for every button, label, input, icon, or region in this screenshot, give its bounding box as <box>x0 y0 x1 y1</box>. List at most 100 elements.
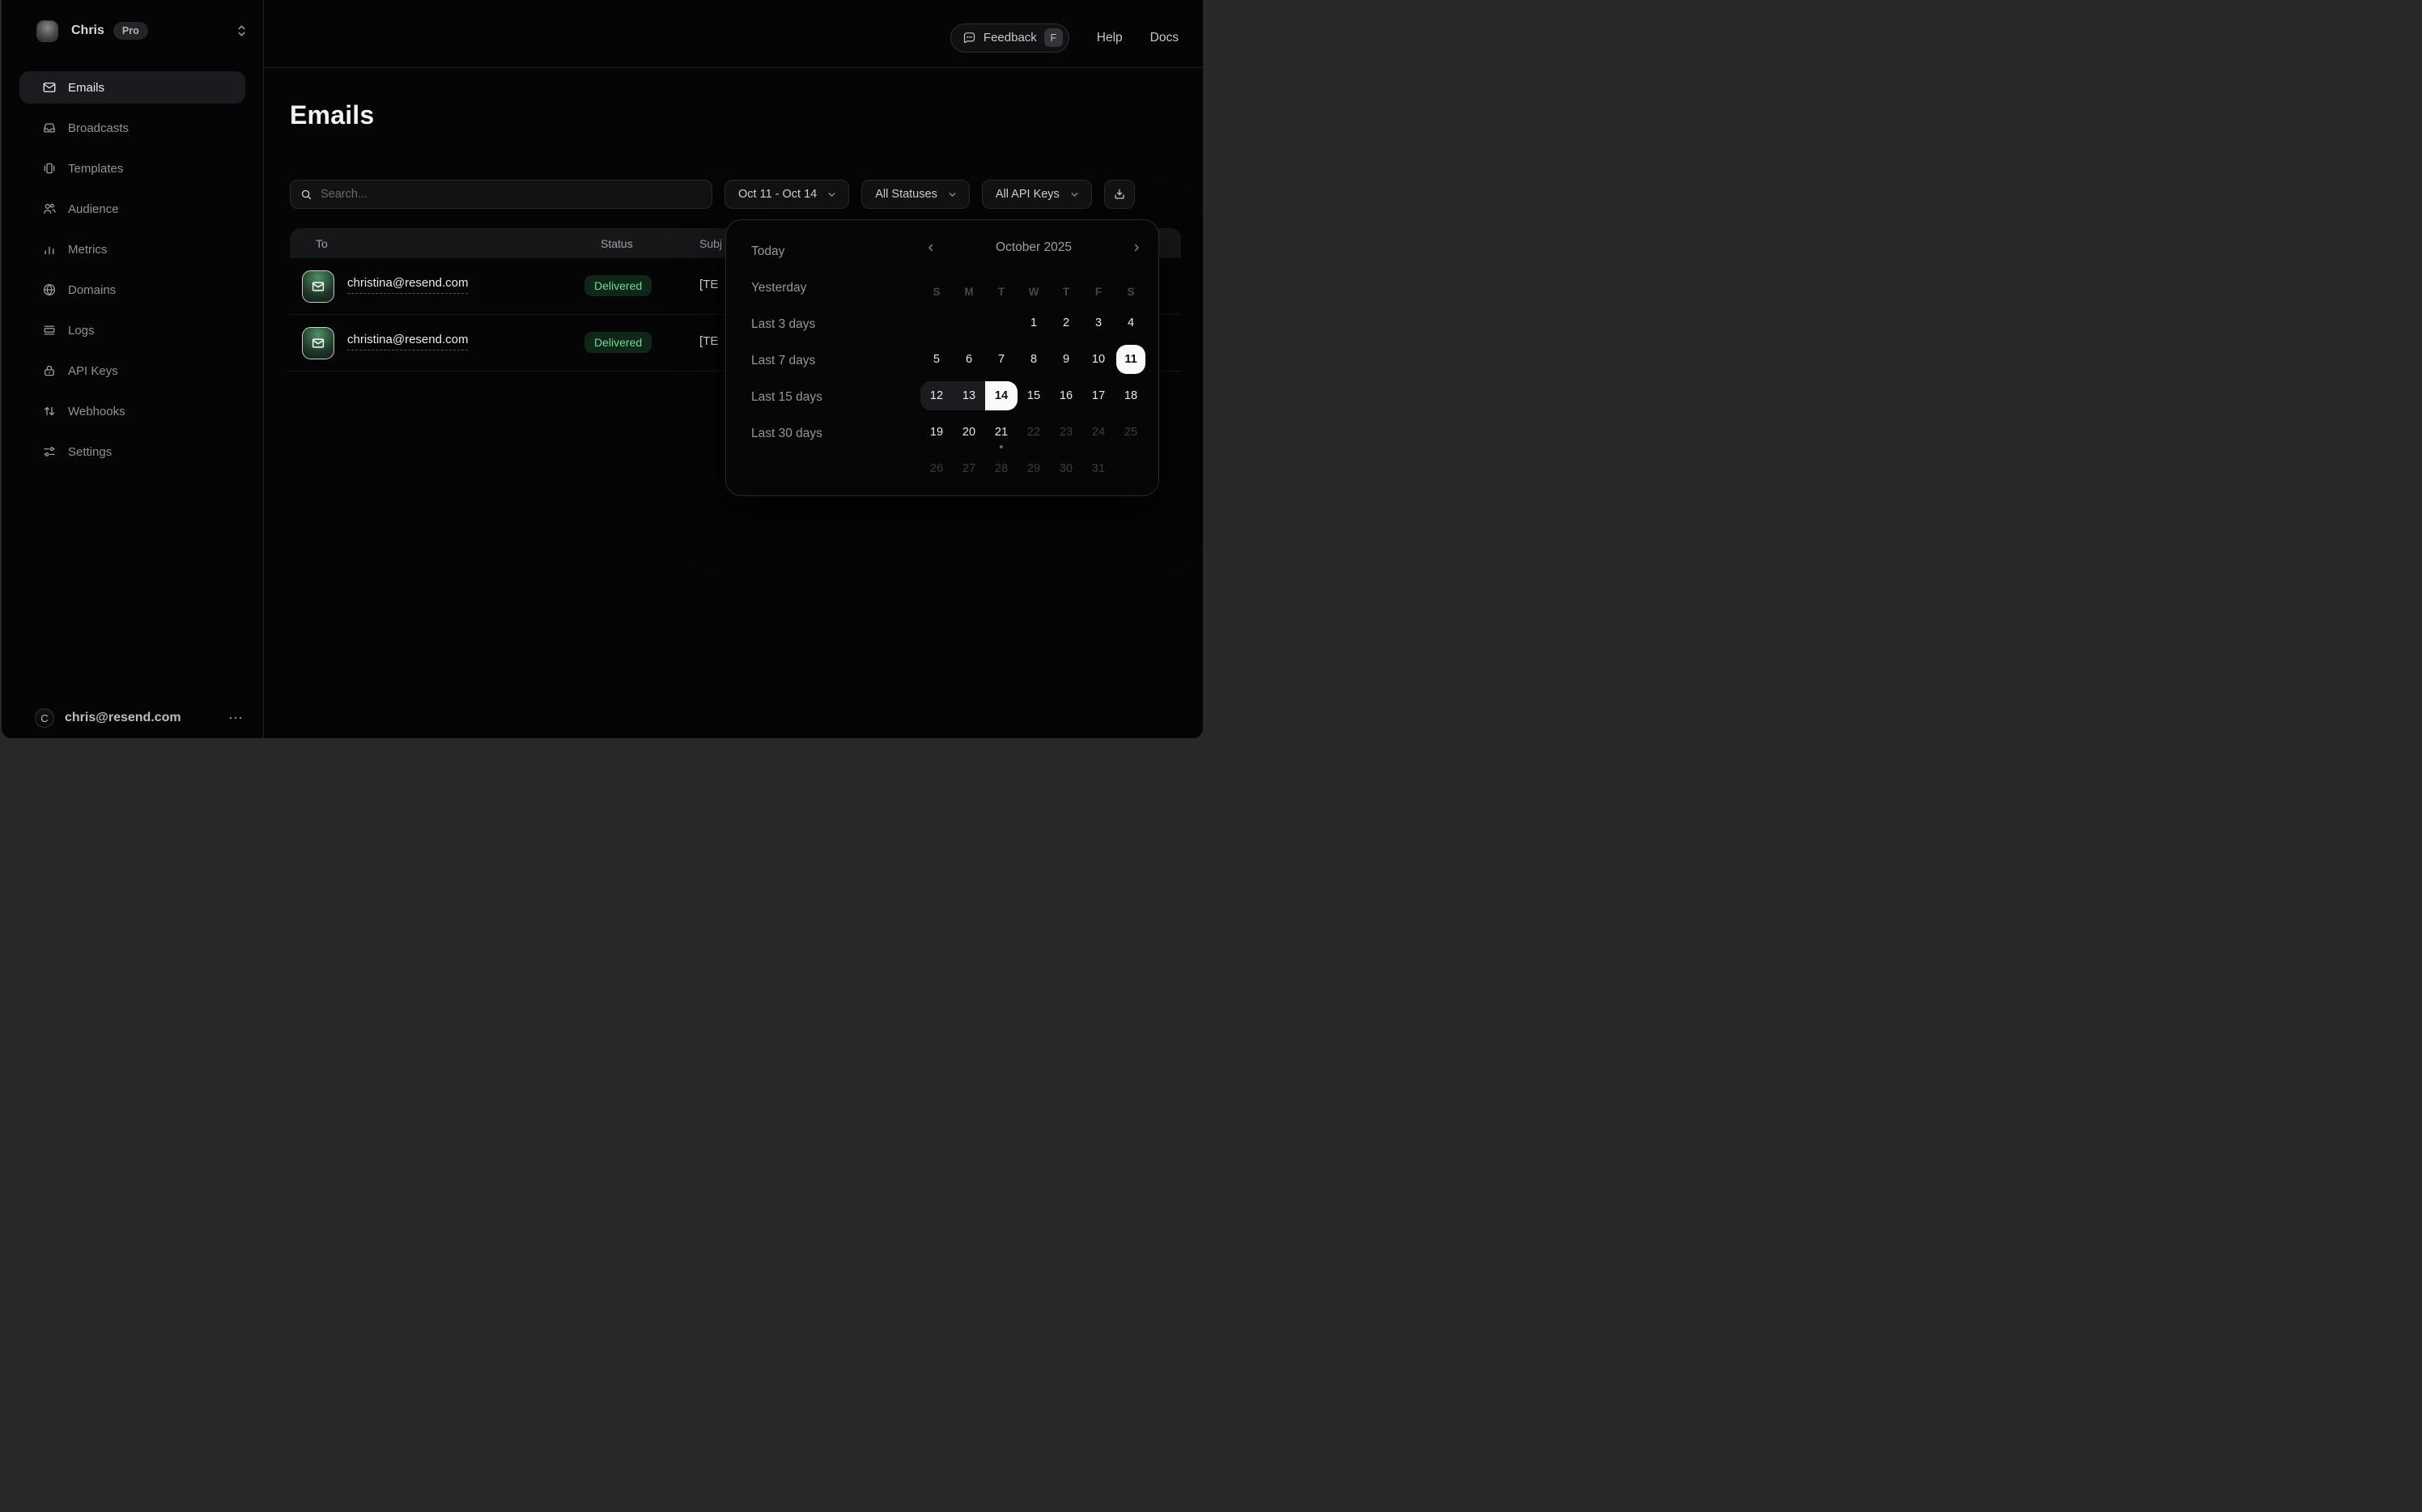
date-presets: Today Yesterday Last 3 days Last 7 days … <box>742 233 920 486</box>
arrows-icon <box>42 404 57 418</box>
api-key-filter[interactable]: All API Keys <box>982 180 1092 209</box>
calendar-day[interactable]: 11 <box>1115 341 1147 377</box>
sidebar-item-label: Emails <box>68 81 104 95</box>
search-input[interactable] <box>321 188 702 201</box>
next-month-button[interactable] <box>1129 240 1144 255</box>
calendar-day[interactable]: 7 <box>985 341 1018 377</box>
date-preset[interactable]: Today <box>742 233 920 270</box>
calendar-day[interactable]: 1 <box>1018 304 1050 341</box>
topbar: Feedback F Help Docs <box>265 0 1203 68</box>
keyboard-shortcut-badge: F <box>1044 28 1063 47</box>
calendar-day[interactable]: 24 <box>1082 414 1115 450</box>
subject-cell: [TE <box>699 278 718 291</box>
bar-chart-icon <box>42 242 57 257</box>
sidebar-item[interactable]: Domains <box>19 274 245 306</box>
export-button[interactable] <box>1104 180 1135 209</box>
status-badge: Delivered <box>584 332 652 353</box>
sliders-icon <box>42 444 57 459</box>
month-label: October 2025 <box>996 240 1072 255</box>
calendar-day[interactable] <box>920 304 953 341</box>
sidebar-item[interactable]: Logs <box>19 314 245 346</box>
calendar-day[interactable]: 13 <box>953 377 985 414</box>
calendar-day[interactable]: 21 <box>985 414 1018 450</box>
ellipsis-icon[interactable]: ⋯ <box>228 714 244 722</box>
calendar-day[interactable]: 12 <box>920 377 953 414</box>
account-avatar: C <box>35 708 54 728</box>
calendar-day[interactable]: 26 <box>920 450 953 486</box>
template-icon <box>42 161 57 176</box>
status-badge: Delivered <box>584 275 652 296</box>
calendar-day[interactable]: 31 <box>1082 450 1115 486</box>
recipient-link[interactable]: christina@resend.com <box>347 276 468 294</box>
status-filter[interactable]: All Statuses <box>861 180 970 209</box>
sidebar-item[interactable]: Settings <box>19 435 245 468</box>
sidebar-item-label: Logs <box>68 324 95 338</box>
sidebar-item[interactable]: Emails <box>19 71 245 104</box>
weekday-label: W <box>1018 282 1050 301</box>
calendar-day[interactable]: 4 <box>1115 304 1147 341</box>
account-row[interactable]: C chris@resend.com ⋯ <box>2 708 255 728</box>
calendar-day[interactable]: 30 <box>1050 450 1082 486</box>
calendar-day[interactable] <box>985 304 1018 341</box>
recipient-link[interactable]: christina@resend.com <box>347 333 468 350</box>
calendar-day[interactable]: 5 <box>920 341 953 377</box>
sidebar-item[interactable]: Audience <box>19 193 245 225</box>
calendar-day[interactable]: 9 <box>1050 341 1082 377</box>
mail-icon <box>42 80 57 95</box>
calendar-day[interactable] <box>1115 450 1147 486</box>
calendar-day[interactable]: 22 <box>1018 414 1050 450</box>
account-email: chris@resend.com <box>65 711 181 725</box>
calendar-day[interactable]: 20 <box>953 414 985 450</box>
sidebar-item[interactable]: API Keys <box>19 355 245 387</box>
resend-app-window: Chris Pro Emails Broadcasts <box>2 0 1203 738</box>
sidebar-item[interactable]: Templates <box>19 152 245 185</box>
calendar-day[interactable]: 6 <box>953 341 985 377</box>
chat-bubble-icon <box>962 31 976 45</box>
help-link[interactable]: Help <box>1097 31 1123 45</box>
calendar-day[interactable] <box>953 304 985 341</box>
date-preset[interactable]: Last 30 days <box>742 415 920 452</box>
sidebar-item[interactable]: Broadcasts <box>19 112 245 144</box>
date-preset[interactable]: Last 15 days <box>742 379 920 415</box>
user-avatar <box>36 20 58 42</box>
calendar-day[interactable]: 8 <box>1018 341 1050 377</box>
date-preset[interactable]: Last 7 days <box>742 342 920 379</box>
calendar-day[interactable]: 2 <box>1050 304 1082 341</box>
chevron-down-icon <box>826 189 837 200</box>
calendar-day[interactable]: 25 <box>1115 414 1147 450</box>
calendar-day[interactable]: 10 <box>1082 341 1115 377</box>
inbox-icon <box>42 121 57 135</box>
docs-link[interactable]: Docs <box>1150 31 1179 45</box>
calendar-day[interactable]: 17 <box>1082 377 1115 414</box>
workspace-switcher[interactable]: Chris Pro <box>2 0 263 45</box>
calendar-day[interactable]: 14 <box>985 377 1018 414</box>
calendar-day[interactable]: 3 <box>1082 304 1115 341</box>
sidebar-item-label: Webhooks <box>68 405 125 418</box>
date-range-filter[interactable]: Oct 11 - Oct 14 <box>724 180 849 209</box>
calendar-grid: 1 2 3 4 <box>920 304 1147 486</box>
calendar-day[interactable]: 16 <box>1050 377 1082 414</box>
calendar-day[interactable]: 19 <box>920 414 953 450</box>
sidebar-item-label: Metrics <box>68 243 107 257</box>
sidebar-item-label: Settings <box>68 445 112 459</box>
sidebar: Chris Pro Emails Broadcasts <box>2 0 264 738</box>
selector-chevrons-icon[interactable] <box>236 23 247 38</box>
filter-bar: Oct 11 - Oct 14 All Statuses All API Key… <box>290 180 1182 209</box>
date-preset[interactable]: Yesterday <box>742 270 920 306</box>
calendar-day[interactable]: 27 <box>953 450 985 486</box>
sidebar-item[interactable]: Metrics <box>19 233 245 265</box>
calendar-day[interactable]: 18 <box>1115 377 1147 414</box>
weekday-label: S <box>920 282 953 301</box>
calendar-day[interactable]: 15 <box>1018 377 1050 414</box>
users-icon <box>42 202 57 216</box>
feedback-button[interactable]: Feedback F <box>950 23 1069 53</box>
user-name: Chris <box>71 23 104 38</box>
prev-month-button[interactable] <box>924 240 938 255</box>
calendar-day[interactable]: 29 <box>1018 450 1050 486</box>
sidebar-item[interactable]: Webhooks <box>19 395 245 427</box>
search-box[interactable] <box>290 180 712 209</box>
sidebar-nav: Emails Broadcasts Templates Audi <box>19 71 245 468</box>
calendar-day[interactable]: 23 <box>1050 414 1082 450</box>
date-preset[interactable]: Last 3 days <box>742 306 920 342</box>
calendar-day[interactable]: 28 <box>985 450 1018 486</box>
